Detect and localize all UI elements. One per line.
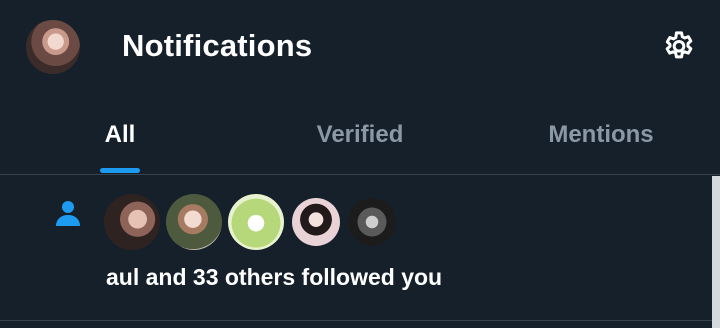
tab-all[interactable]: All	[60, 96, 180, 174]
gear-icon	[665, 31, 693, 59]
page-title: Notifications	[122, 28, 313, 63]
person-icon	[56, 201, 80, 226]
tab-mentions[interactable]: Mentions	[530, 96, 672, 174]
notification-text: aul and 33 others followed you	[106, 264, 443, 290]
notification-tabs: All Verified Mentions	[0, 96, 720, 175]
page-header: Notifications	[0, 0, 720, 96]
scrollbar[interactable]	[712, 176, 720, 328]
follower-avatar-5[interactable]	[348, 198, 396, 246]
follower-avatar-2[interactable]	[166, 194, 222, 250]
notifications-feed: aul and 33 others followed you	[0, 176, 712, 328]
tab-mentions-label: Mentions	[548, 121, 654, 148]
follower-avatar-3[interactable]	[228, 194, 284, 250]
settings-button[interactable]	[659, 27, 699, 67]
follower-avatars	[104, 194, 396, 250]
tab-verified-label: Verified	[316, 121, 404, 148]
tab-all-label: All	[104, 121, 136, 148]
profile-avatar[interactable]	[26, 20, 80, 74]
tab-verified[interactable]: Verified	[290, 96, 430, 174]
follow-notification[interactable]: aul and 33 others followed you	[0, 176, 712, 321]
follower-avatar-1[interactable]	[104, 194, 160, 250]
active-tab-indicator	[100, 168, 140, 173]
follower-avatar-4[interactable]	[292, 198, 340, 246]
